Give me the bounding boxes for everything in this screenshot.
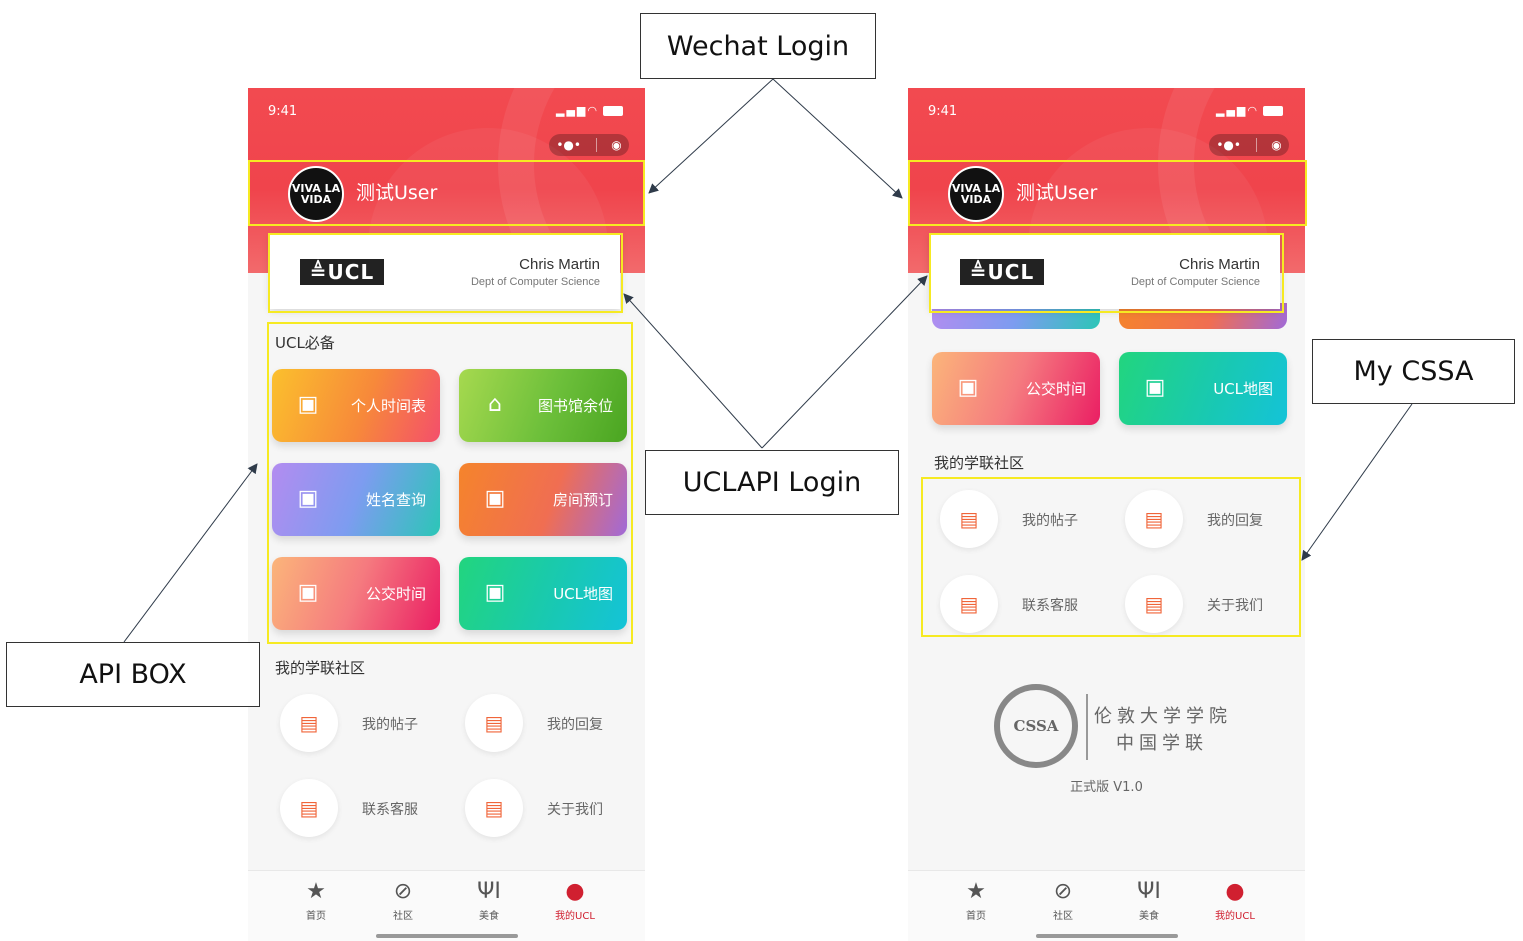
callout-api-box: API BOX bbox=[6, 642, 260, 707]
arrow-uclapi-right bbox=[761, 275, 928, 449]
arrow-uclapi-left bbox=[623, 293, 763, 449]
arrow-my-cssa bbox=[1301, 403, 1413, 561]
arrow-wechat-left bbox=[648, 78, 774, 194]
arrow-api-box bbox=[123, 463, 258, 643]
callout-my-cssa: My CSSA bbox=[1312, 339, 1515, 404]
callout-uclapi-login: UCLAPI Login bbox=[645, 450, 899, 515]
callout-wechat-login: Wechat Login bbox=[640, 13, 876, 79]
arrow-wechat-right bbox=[772, 78, 903, 199]
